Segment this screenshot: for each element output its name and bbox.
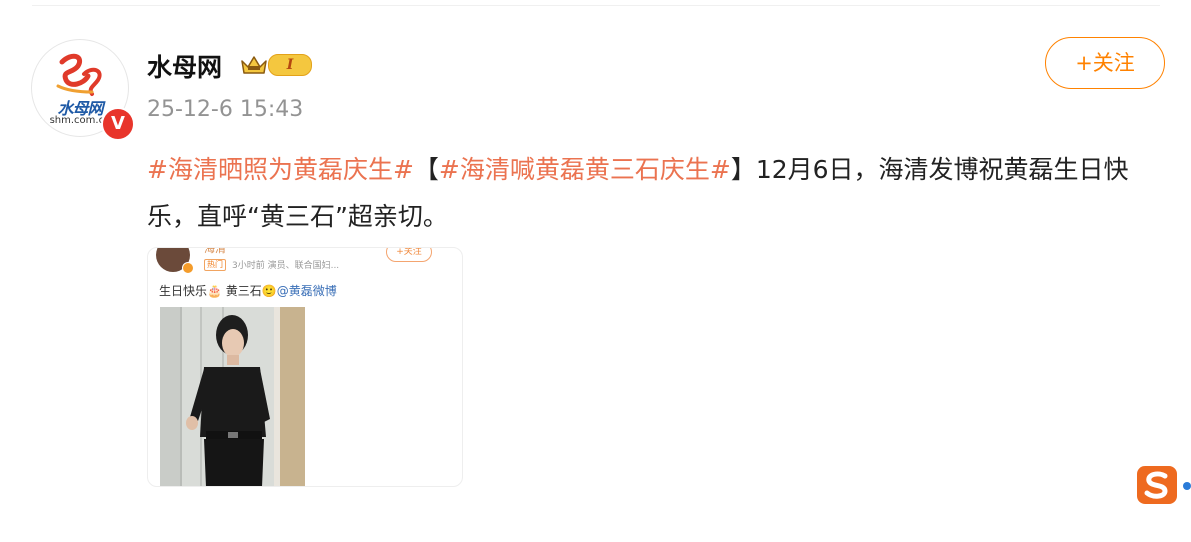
author-avatar[interactable]: 水母网 shm.com.cn V xyxy=(31,39,135,141)
embedded-text-main: 生日快乐🎂 黄三石🙂 xyxy=(159,284,277,298)
vip-level: I xyxy=(268,54,312,76)
bracket-open: 【 xyxy=(413,155,439,184)
post-text: #海清晒照为黄磊庆生#【#海清喊黄磊黄三石庆生#】12月6日，海清发博祝黄磊生日… xyxy=(147,146,1177,240)
embedded-text: 生日快乐🎂 黄三石🙂@黄磊微博 xyxy=(159,282,337,299)
bracket-close: 】 xyxy=(730,155,756,184)
person-photo-icon xyxy=(160,307,305,486)
embedded-follow-button: +关注 xyxy=(386,248,432,262)
embedded-verified-icon xyxy=(182,262,194,274)
sogou-icon[interactable] xyxy=(1137,466,1191,504)
hashtag-link[interactable]: #海清晒照为黄磊庆生# xyxy=(147,155,414,184)
crown-icon xyxy=(241,56,267,74)
embedded-photo xyxy=(160,307,305,486)
post-timestamp[interactable]: 25-12-6 15:43 xyxy=(147,97,303,122)
follow-button[interactable]: +关注 xyxy=(1045,37,1165,89)
top-divider xyxy=(32,5,1160,6)
post-image[interactable]: 海清 热门 3小时前 演员、联合国妇... +关注 生日快乐🎂 黄三石🙂@黄磊微… xyxy=(147,247,463,487)
vip-badge[interactable]: I xyxy=(240,51,312,79)
embedded-mention: @黄磊微博 xyxy=(276,284,337,298)
embedded-meta: 3小时前 演员、联合国妇... xyxy=(232,261,340,271)
embedded-hot-tag: 热门 xyxy=(204,259,226,271)
verified-icon: V xyxy=(101,107,135,141)
author-name[interactable]: 水母网 xyxy=(147,48,222,84)
embedded-author-name: 海清 xyxy=(204,247,226,255)
sogou-logo-icon xyxy=(1137,466,1191,504)
hashtag-link[interactable]: #海清喊黄磊黄三石庆生# xyxy=(439,155,731,184)
